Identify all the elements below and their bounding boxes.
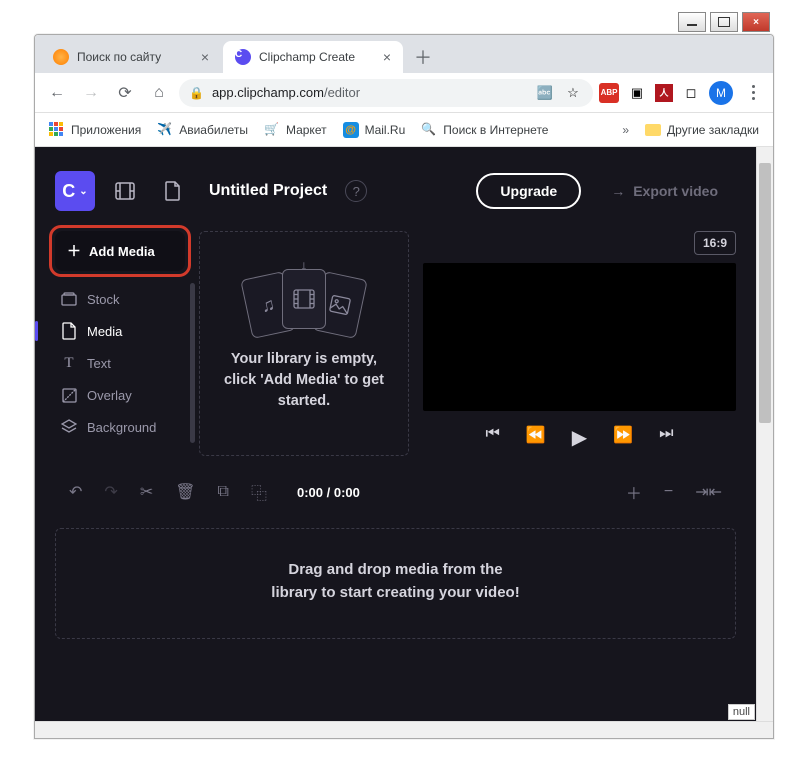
plus-icon: ＋ (67, 241, 81, 261)
timeline-toolbar: ↶ ↷ ✂ 🗑 ⧉ ⿻ 0:00 / 0:00 ＋ − ⇥⇤ (55, 470, 736, 514)
library-panel: ↓ ♫ Your library is empty, click 'Add Me… (199, 231, 409, 456)
profile-avatar[interactable]: M (709, 81, 733, 105)
tab-title: Clipchamp Create (259, 50, 375, 64)
text-icon: T (61, 355, 77, 371)
bookmarks-bar: Приложения ✈️ Авиабилеты 🛒 Маркет @ Mail… (35, 113, 773, 147)
abp-extension-icon[interactable]: ABP (599, 83, 619, 103)
zoom-in-button[interactable]: ＋ (626, 480, 642, 504)
back-button[interactable]: ← (43, 79, 71, 107)
sidebar-item-background[interactable]: Background (55, 411, 185, 443)
lock-icon: 🔒 (189, 86, 204, 100)
star-icon[interactable]: ☆ (563, 83, 583, 103)
browser-tab-2[interactable]: C Clipchamp Create × (223, 41, 403, 73)
redo-button[interactable]: ↷ (104, 482, 117, 502)
document-icon[interactable] (155, 173, 191, 209)
sidebar-item-stock[interactable]: Stock (55, 283, 185, 315)
favicon-clipchamp-icon: C (235, 49, 251, 65)
app-logo-menu[interactable]: C ⌄ (55, 171, 95, 211)
app-header: C ⌄ Untitled Project ? Upgrade → Export … (55, 165, 736, 217)
bookmark-mailru[interactable]: @ Mail.Ru (337, 118, 412, 142)
aspect-ratio-button[interactable]: 16:9 (694, 231, 736, 255)
add-media-button[interactable]: ＋ Add Media (55, 231, 185, 271)
zoom-out-button[interactable]: − (664, 483, 673, 501)
bookmark-avia[interactable]: ✈️ Авиабилеты (151, 118, 254, 142)
forward-button[interactable]: → (77, 79, 105, 107)
bookmark-apps[interactable]: Приложения (43, 118, 147, 142)
duplicate-button[interactable]: ⿻ (251, 480, 267, 504)
library-empty-text: Your library is empty, click 'Add Media'… (224, 349, 384, 412)
playback-controls: ⏮ ⏪ ▶ ⏩ ⏭ (423, 419, 736, 456)
stock-icon (61, 291, 77, 307)
tab-title: Поиск по сайту (77, 50, 193, 64)
vertical-scrollbar[interactable] (756, 147, 773, 721)
bookmark-market[interactable]: 🛒 Маркет (258, 118, 333, 142)
window-controls: × (678, 12, 770, 32)
plane-icon: ✈️ (157, 122, 173, 138)
folder-icon (645, 124, 661, 136)
url-text: app.clipchamp.com/editor (212, 85, 527, 100)
window-minimize-button[interactable] (678, 12, 706, 32)
fit-button[interactable]: ⇥⇤ (695, 482, 722, 502)
bookmark-search[interactable]: 🔍 Поиск в Интернете (415, 118, 554, 142)
tab-close-icon[interactable]: × (201, 49, 209, 65)
skip-end-button[interactable]: ⏭ (659, 425, 673, 450)
sidebar-item-overlay[interactable]: Overlay (55, 379, 185, 411)
home-button[interactable]: ⌂ (145, 79, 173, 107)
chrome-menu-button[interactable] (741, 79, 765, 107)
chevron-down-icon: ⌄ (79, 186, 87, 197)
app-viewport: C ⌄ Untitled Project ? Upgrade → Export … (35, 147, 773, 738)
project-title[interactable]: Untitled Project (209, 182, 327, 200)
play-button[interactable]: ▶ (572, 425, 587, 450)
library-empty-illustration: ↓ ♫ (246, 275, 362, 335)
cut-button[interactable]: ✂ (140, 482, 153, 502)
browser-toolbar: ← → ⟳ ⌂ 🔒 app.clipchamp.com/editor 🔤 ☆ A… (35, 73, 773, 113)
film-card-icon (282, 269, 326, 329)
sidebar-item-media[interactable]: Media (55, 315, 185, 347)
at-icon: @ (343, 122, 359, 138)
media-icon (61, 323, 77, 339)
copy-button[interactable]: ⧉ (218, 483, 229, 501)
search-icon: 🔍 (421, 122, 437, 138)
extension-cast-icon[interactable]: ▣ (627, 83, 647, 103)
timeline-time: 0:00 / 0:00 (297, 485, 360, 500)
apps-grid-icon (49, 122, 65, 138)
delete-button[interactable]: 🗑 (175, 482, 195, 502)
new-tab-button[interactable]: ＋ (409, 43, 437, 71)
extension-pdf-icon[interactable]: 人 (655, 84, 673, 102)
skip-start-button[interactable]: ⏮ (485, 425, 499, 450)
window-close-button[interactable]: × (742, 12, 770, 32)
favicon-orange-icon (53, 49, 69, 65)
bookmark-other[interactable]: Другие закладки (639, 119, 765, 141)
timeline-dropzone[interactable]: Drag and drop media from the library to … (55, 528, 736, 639)
arrow-right-icon: → (611, 183, 625, 199)
window-maximize-button[interactable] (710, 12, 738, 32)
undo-button[interactable]: ↶ (69, 482, 82, 502)
browser-tab-strip: Поиск по сайту × C Clipchamp Create × ＋ (35, 35, 773, 73)
preview-canvas[interactable] (423, 263, 736, 411)
address-bar[interactable]: 🔒 app.clipchamp.com/editor 🔤 ☆ (179, 79, 593, 107)
export-video-button[interactable]: → Export video (593, 175, 736, 207)
rewind-button[interactable]: ⏪ (526, 425, 546, 450)
layers-icon (61, 419, 77, 435)
templates-icon[interactable] (107, 173, 143, 209)
sidebar-item-text[interactable]: T Text (55, 347, 185, 379)
extension-puzzle-icon[interactable]: ◻ (681, 83, 701, 103)
browser-tab-1[interactable]: Поиск по сайту × (41, 41, 221, 73)
upgrade-button[interactable]: Upgrade (476, 173, 581, 209)
null-status-label: null (728, 704, 755, 720)
cart-icon: 🛒 (264, 122, 280, 138)
translate-icon[interactable]: 🔤 (535, 83, 555, 103)
help-icon[interactable]: ? (345, 180, 367, 202)
reload-button[interactable]: ⟳ (111, 79, 139, 107)
horizontal-scrollbar[interactable] (35, 721, 773, 738)
overlay-icon (61, 387, 77, 403)
tab-close-icon[interactable]: × (383, 49, 391, 65)
forward-button[interactable]: ⏩ (613, 425, 633, 450)
bookmark-overflow-button[interactable]: » (616, 123, 635, 137)
